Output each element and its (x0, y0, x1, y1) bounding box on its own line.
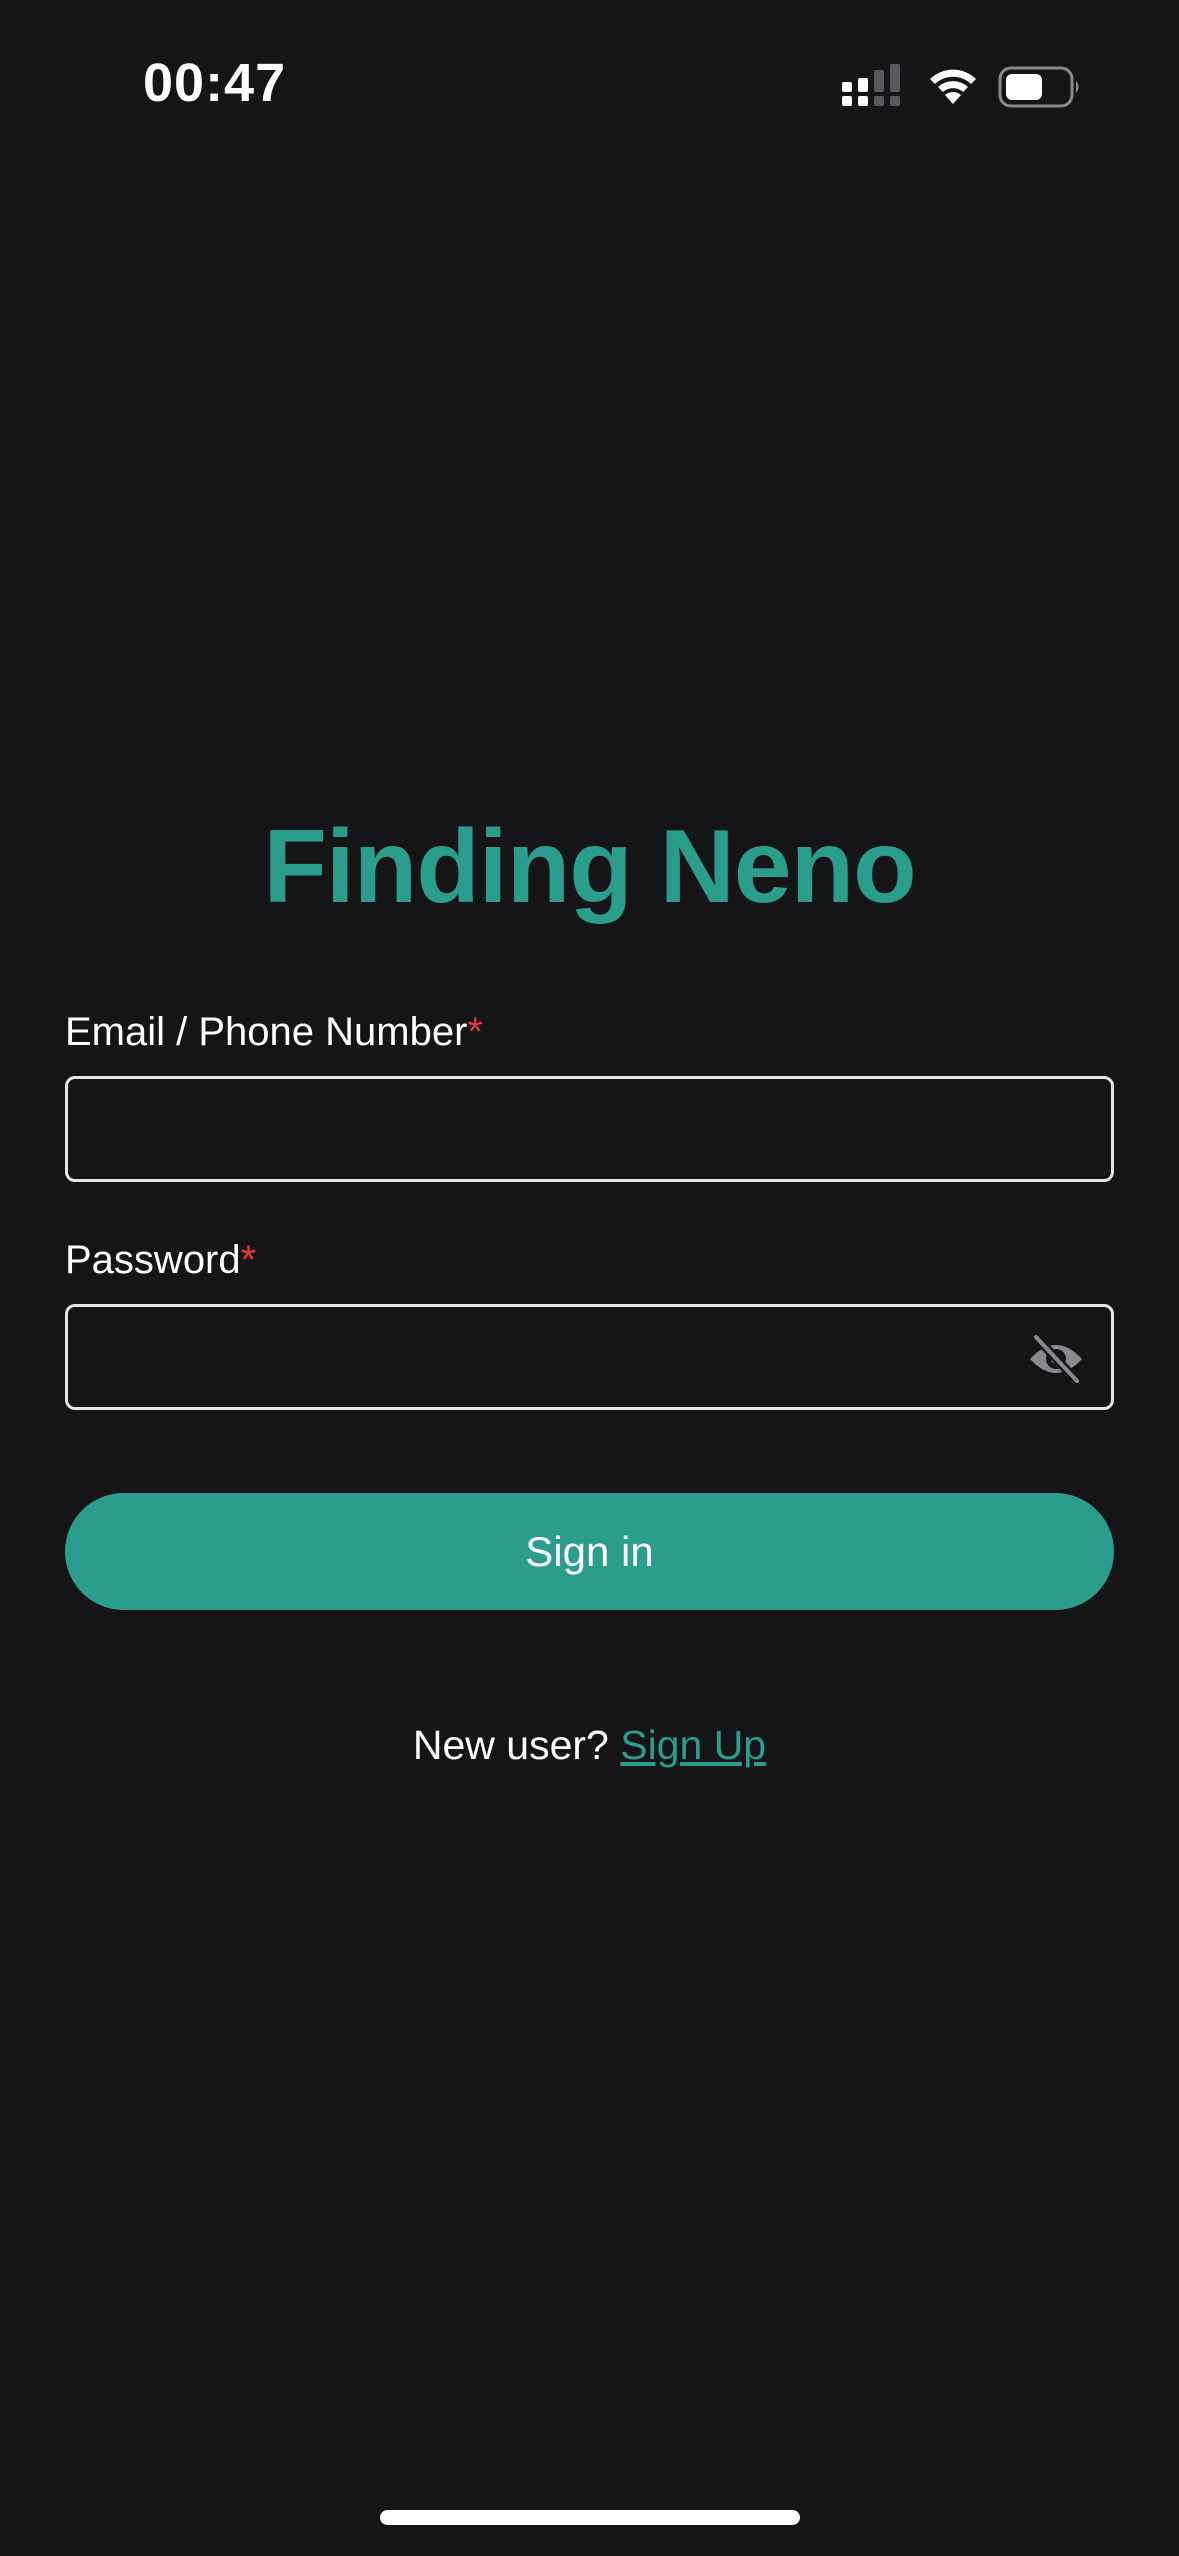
required-asterisk: * (467, 1010, 483, 1054)
wifi-icon (930, 69, 976, 104)
signal-icon (842, 64, 900, 106)
email-field-container (65, 1076, 1114, 1182)
signup-prompt: New user? Sign Up (0, 1722, 1179, 1769)
email-label: Email / Phone Number* (65, 1010, 483, 1055)
email-label-text: Email / Phone Number (65, 1010, 468, 1054)
app-title: Finding Neno (263, 809, 916, 925)
password-field[interactable] (68, 1307, 1111, 1407)
sign-in-button[interactable]: Sign in (65, 1493, 1114, 1610)
sign-up-link[interactable]: Sign Up (620, 1722, 766, 1768)
password-label: Password* (65, 1238, 256, 1283)
password-field-container (65, 1304, 1114, 1410)
status-time: 00:47 (143, 53, 287, 113)
battery-icon (998, 66, 1079, 108)
home-indicator[interactable] (380, 2510, 800, 2525)
email-field[interactable] (68, 1079, 1111, 1179)
required-asterisk: * (240, 1238, 257, 1282)
new-user-text: New user? (412, 1722, 609, 1768)
password-label-text: Password (65, 1238, 241, 1282)
eye-off-icon[interactable] (1027, 1333, 1085, 1385)
